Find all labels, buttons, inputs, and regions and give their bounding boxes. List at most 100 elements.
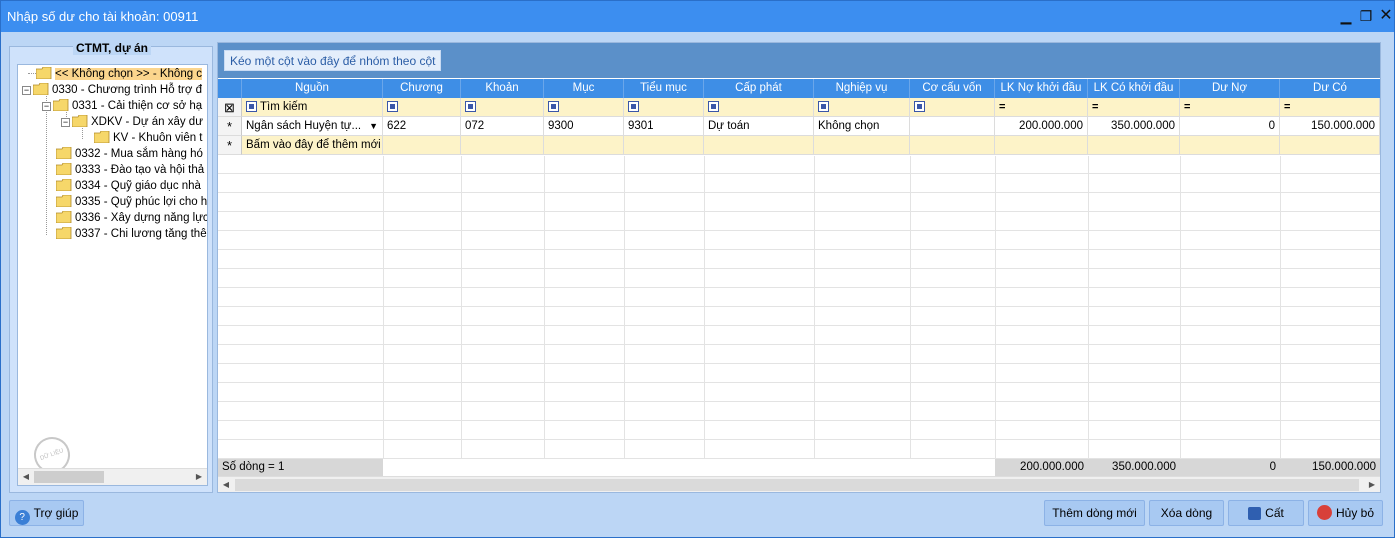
filter-chuong[interactable] xyxy=(383,98,461,117)
new-row-hint[interactable]: Bấm vào đây để thêm mới xyxy=(242,136,383,155)
filter-operator-icon[interactable] xyxy=(246,101,257,112)
equals-operator-icon[interactable]: = xyxy=(1184,101,1190,113)
col-header-chuong[interactable]: Chương xyxy=(383,79,461,98)
filter-operator-icon[interactable] xyxy=(628,101,639,112)
tree-node-0332[interactable]: 0332 - Mua sắm hàng hó xyxy=(56,146,203,162)
filter-du-co[interactable]: = xyxy=(1280,98,1380,117)
col-header-muc[interactable]: Mục xyxy=(544,79,624,98)
row-count: Số dòng = 1 xyxy=(218,459,383,476)
add-row-button[interactable]: Thêm dòng mới xyxy=(1044,500,1145,526)
folder-icon xyxy=(56,227,72,239)
folder-icon xyxy=(94,131,110,143)
col-header-du-no[interactable]: Dư Nợ xyxy=(1180,79,1280,98)
equals-operator-icon[interactable]: = xyxy=(1092,101,1098,113)
cell-tieu-muc[interactable]: 9301 xyxy=(624,117,704,136)
dropdown-arrow-icon[interactable]: ▼ xyxy=(369,117,378,135)
filter-lk-no[interactable]: = xyxy=(995,98,1088,117)
help-icon: ? xyxy=(14,510,30,525)
tree-node-none[interactable]: << Không chọn >> - Không c xyxy=(36,66,203,82)
tree-node-0330[interactable]: −0330 - Chương trình Hỗ trợ đ xyxy=(22,82,202,98)
col-header-tieu-muc[interactable]: Tiểu mục xyxy=(624,79,704,98)
cancel-button[interactable]: Hủy bỏ xyxy=(1308,500,1383,526)
scroll-right-icon[interactable]: ▶ xyxy=(1364,477,1380,493)
folder-icon xyxy=(56,163,72,175)
filter-operator-icon[interactable] xyxy=(548,101,559,112)
save-button[interactable]: Cất xyxy=(1228,500,1304,526)
col-header-du-co[interactable]: Dư Có xyxy=(1280,79,1380,98)
filter-operator-icon[interactable] xyxy=(387,101,398,112)
summary-row: Số dòng = 1 200.000.000 350.000.000 0 15… xyxy=(218,459,1380,476)
tree-node-0337[interactable]: 0337 - Chi lương tăng thê xyxy=(56,226,207,242)
help-button[interactable]: ? Trợ giúp xyxy=(9,500,84,526)
maximize-icon[interactable]: ❐ xyxy=(1357,7,1375,25)
group-by-panel[interactable]: Kéo một cột vào đây để nhóm theo cột xyxy=(218,43,1380,78)
cell-muc[interactable]: 9300 xyxy=(544,117,624,136)
project-panel-title: CTMT, dự án xyxy=(10,41,214,55)
cell-khoan[interactable]: 072 xyxy=(461,117,544,136)
tree-horizontal-scrollbar[interactable]: ◀ ▶ xyxy=(18,468,207,485)
filter-tieu-muc[interactable] xyxy=(624,98,704,117)
tree-node-xdkv[interactable]: − XDKV - Dự án xây dư xyxy=(61,114,203,130)
row-edit-icon[interactable]: * xyxy=(218,117,242,136)
folder-icon xyxy=(72,115,88,127)
equals-operator-icon[interactable]: = xyxy=(1284,101,1290,113)
col-header-nguon[interactable]: Nguồn xyxy=(242,79,383,98)
col-header-co-cau-von[interactable]: Cơ cấu vốn xyxy=(910,79,995,98)
collapse-icon[interactable]: − xyxy=(61,118,70,127)
col-header-cap-phat[interactable]: Cấp phát xyxy=(704,79,814,98)
filter-khoan[interactable] xyxy=(461,98,544,117)
col-header-lk-no[interactable]: LK Nợ khởi đầu xyxy=(995,79,1088,98)
cell-du-no[interactable]: 0 xyxy=(1180,117,1280,136)
scroll-left-icon[interactable]: ◀ xyxy=(18,469,34,485)
scrollbar-thumb[interactable] xyxy=(235,479,1359,491)
filter-du-no[interactable]: = xyxy=(1180,98,1280,117)
filter-co-cau-von[interactable] xyxy=(910,98,995,117)
new-row-icon: * xyxy=(218,136,242,155)
scroll-right-icon[interactable]: ▶ xyxy=(191,469,207,485)
filter-nguon[interactable]: Tìm kiếm xyxy=(242,98,383,117)
cell-nguon[interactable]: Ngân sách Huyện tự... ▼ xyxy=(242,117,383,136)
cell-chuong[interactable]: 622 xyxy=(383,117,461,136)
tree-node-0334[interactable]: 0334 - Quỹ giáo dục nhà xyxy=(56,178,201,194)
project-tree[interactable]: << Không chọn >> - Không c −0330 - Chươn… xyxy=(17,64,208,486)
cell-nghiep-vu[interactable]: Không chọn xyxy=(814,117,910,136)
tree-node-0336[interactable]: 0336 - Xây dựng năng lực xyxy=(56,210,207,226)
col-header-khoan[interactable]: Khoản xyxy=(461,79,544,98)
scrollbar-thumb[interactable] xyxy=(34,471,104,483)
filter-nghiep-vu[interactable] xyxy=(814,98,910,117)
tree-node-kv[interactable]: KV - Khuôn viên t xyxy=(94,130,203,146)
cell-co-cau-von[interactable] xyxy=(910,117,995,136)
filter-operator-icon[interactable] xyxy=(914,101,925,112)
total-lk-co: 350.000.000 xyxy=(1088,459,1180,476)
tree-node-0333[interactable]: 0333 - Đào tạo và hội thả xyxy=(56,162,204,178)
filter-operator-icon[interactable] xyxy=(818,101,829,112)
folder-icon xyxy=(33,83,49,95)
title-bar: Nhập số dư cho tài khoản: 00911 ▁ ❐ ✕ xyxy=(1,1,1394,32)
delete-row-button[interactable]: Xóa dòng xyxy=(1149,500,1224,526)
cell-du-co[interactable]: 150.000.000 xyxy=(1280,117,1380,136)
table-row[interactable]: * Ngân sách Huyện tự... ▼ 622 072 9300 93… xyxy=(218,117,1380,136)
filter-muc[interactable] xyxy=(544,98,624,117)
collapse-icon[interactable]: − xyxy=(22,86,31,95)
new-row[interactable]: * Bấm vào đây để thêm mới xyxy=(218,136,1380,155)
collapse-icon[interactable]: − xyxy=(42,102,51,111)
close-icon[interactable]: ✕ xyxy=(1377,7,1395,25)
filter-cap-phat[interactable] xyxy=(704,98,814,117)
tree-node-0335[interactable]: 0335 - Quỹ phúc lợi cho h xyxy=(56,194,207,210)
tree-node-0331[interactable]: −0331 - Cải thiện cơ sở hạ xyxy=(42,98,202,114)
equals-operator-icon[interactable]: = xyxy=(999,101,1005,113)
group-by-hint: Kéo một cột vào đây để nhóm theo cột xyxy=(224,50,442,71)
filter-clear-icon[interactable]: ⊠ xyxy=(218,98,242,117)
cell-lk-no[interactable]: 200.000.000 xyxy=(995,117,1088,136)
filter-operator-icon[interactable] xyxy=(708,101,719,112)
cell-cap-phat[interactable]: Dự toán xyxy=(704,117,814,136)
col-header-lk-co[interactable]: LK Có khởi đầu xyxy=(1088,79,1180,98)
filter-lk-co[interactable]: = xyxy=(1088,98,1180,117)
minimize-icon[interactable]: ▁ xyxy=(1337,7,1355,25)
scroll-left-icon[interactable]: ◀ xyxy=(218,477,234,493)
cell-lk-co[interactable]: 350.000.000 xyxy=(1088,117,1180,136)
grid-horizontal-scrollbar[interactable]: ◀ ▶ xyxy=(218,476,1380,492)
filter-operator-icon[interactable] xyxy=(465,101,476,112)
col-header-nghiep-vu[interactable]: Nghiệp vụ xyxy=(814,79,910,98)
filter-row: ⊠ Tìm kiếm = = = = xyxy=(218,98,1380,117)
